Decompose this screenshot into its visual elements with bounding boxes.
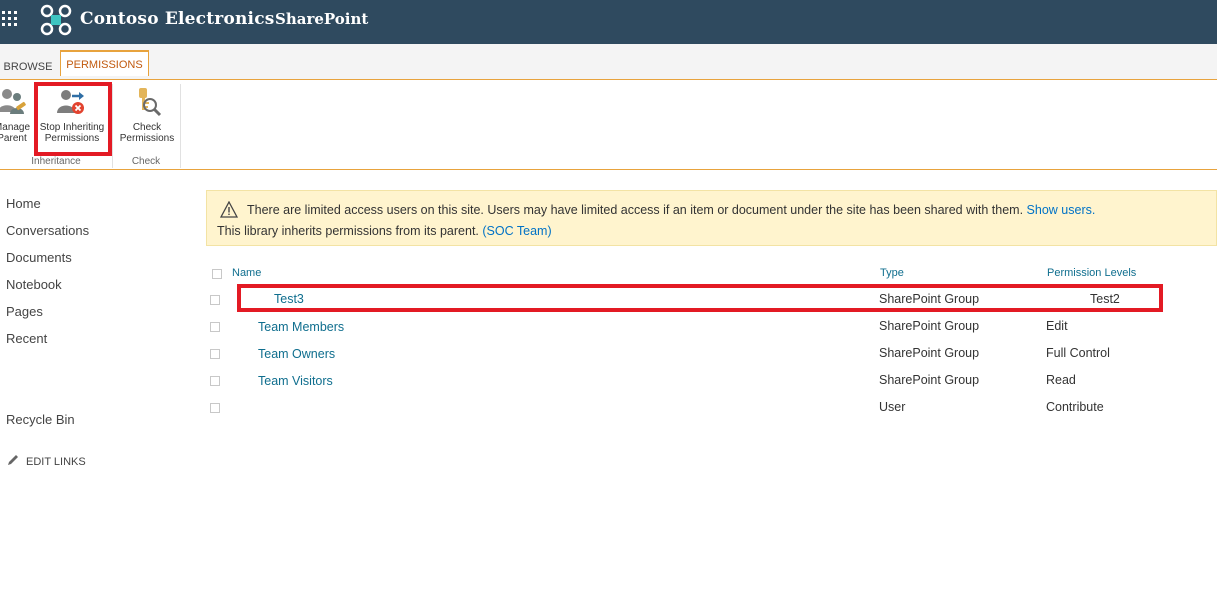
- row-checkbox[interactable]: [210, 295, 220, 305]
- check-permissions-label-2: Permissions: [119, 133, 175, 144]
- tab-permissions[interactable]: PERMISSIONS: [60, 50, 149, 76]
- highlight-test3-row: [237, 284, 1163, 312]
- table-row-name[interactable]: Team Visitors: [258, 374, 333, 388]
- manage-parent-icon: [0, 89, 26, 114]
- app-launcher-icon[interactable]: [2, 11, 22, 31]
- group-label-check: Check: [131, 156, 161, 167]
- parent-site-link[interactable]: (SOC Team): [482, 224, 551, 238]
- row-checkbox[interactable]: [210, 403, 220, 413]
- select-all-checkbox[interactable]: [212, 269, 222, 279]
- table-row-name[interactable]: Test3: [274, 292, 304, 306]
- stop-inheriting-permissions-button[interactable]: Stop Inheriting Permissions: [36, 86, 108, 144]
- manage-parent-label-1: Manage: [0, 122, 31, 133]
- brand-name[interactable]: Contoso Electronics: [80, 9, 275, 29]
- inheritance-message: This library inherits permissions from i…: [217, 224, 552, 238]
- row-checkbox[interactable]: [210, 376, 220, 386]
- edit-links-button[interactable]: EDIT LINKS: [6, 453, 86, 468]
- stop-inheriting-label-2: Permissions: [44, 133, 100, 144]
- edit-links-label: EDIT LINKS: [26, 456, 86, 468]
- manage-parent-label-2: Parent: [0, 133, 27, 144]
- table-row-name[interactable]: Team Owners: [258, 347, 335, 361]
- app-name[interactable]: SharePoint: [275, 10, 368, 28]
- suite-bar: Contoso Electronics SharePoint: [0, 0, 1217, 44]
- nav-item-notebook[interactable]: Notebook: [6, 277, 62, 292]
- table-row-permission-level: Edit: [1046, 319, 1068, 333]
- table-row-name[interactable]: Team Members: [258, 320, 344, 334]
- table-row-permission-level: Contribute: [1046, 400, 1104, 414]
- column-header-name[interactable]: Name: [232, 267, 261, 279]
- nav-item-home[interactable]: Home: [6, 196, 41, 211]
- nav-item-recycle-bin[interactable]: Recycle Bin: [6, 412, 75, 427]
- group-separator: [180, 84, 181, 168]
- show-users-link[interactable]: Show users.: [1027, 203, 1096, 217]
- check-permissions-icon: [139, 88, 162, 117]
- table-row-type: SharePoint Group: [879, 346, 980, 360]
- ribbon-tab-strip: BROWSE PERMISSIONS: [0, 44, 1217, 80]
- table-row-type: User: [879, 400, 906, 414]
- table-row-permission-level: Full Control: [1046, 346, 1110, 360]
- column-header-type[interactable]: Type: [880, 267, 904, 279]
- table-row-permission-level: Read: [1046, 373, 1076, 387]
- check-permissions-label-1: Check: [132, 122, 162, 133]
- group-label-inheritance: Inheritance: [31, 156, 81, 167]
- limited-access-text: There are limited access users on this s…: [247, 203, 1024, 217]
- nav-item-pages[interactable]: Pages: [6, 304, 43, 319]
- table-row-type: SharePoint Group: [879, 319, 980, 333]
- row-checkbox[interactable]: [210, 349, 220, 359]
- inheritance-text: This library inherits permissions from i…: [217, 224, 479, 238]
- limited-access-message: There are limited access users on this s…: [247, 203, 1095, 217]
- nav-item-recent[interactable]: Recent: [6, 331, 47, 346]
- ribbon: Manage Parent Stop Inheriting Permission…: [0, 80, 1217, 170]
- manage-parent-button[interactable]: Manage Parent: [0, 86, 38, 144]
- warning-icon: [220, 201, 238, 218]
- table-row-type: SharePoint Group: [879, 292, 980, 306]
- row-checkbox[interactable]: [210, 322, 220, 332]
- pencil-icon: [8, 455, 18, 465]
- column-header-permission-levels[interactable]: Permission Levels: [1047, 267, 1136, 279]
- stop-inheriting-icon: [57, 90, 84, 114]
- table-row-type: SharePoint Group: [879, 373, 980, 387]
- message-bar: There are limited access users on this s…: [206, 190, 1217, 246]
- stop-inheriting-label-1: Stop Inheriting: [39, 122, 105, 133]
- table-row-permission-level: Test2: [1090, 292, 1120, 306]
- nav-item-documents[interactable]: Documents: [6, 250, 72, 265]
- nav-item-conversations[interactable]: Conversations: [6, 223, 89, 238]
- contoso-logo-icon[interactable]: [40, 4, 72, 36]
- check-permissions-button[interactable]: Check Permissions: [115, 86, 179, 144]
- tab-browse[interactable]: BROWSE: [0, 55, 56, 80]
